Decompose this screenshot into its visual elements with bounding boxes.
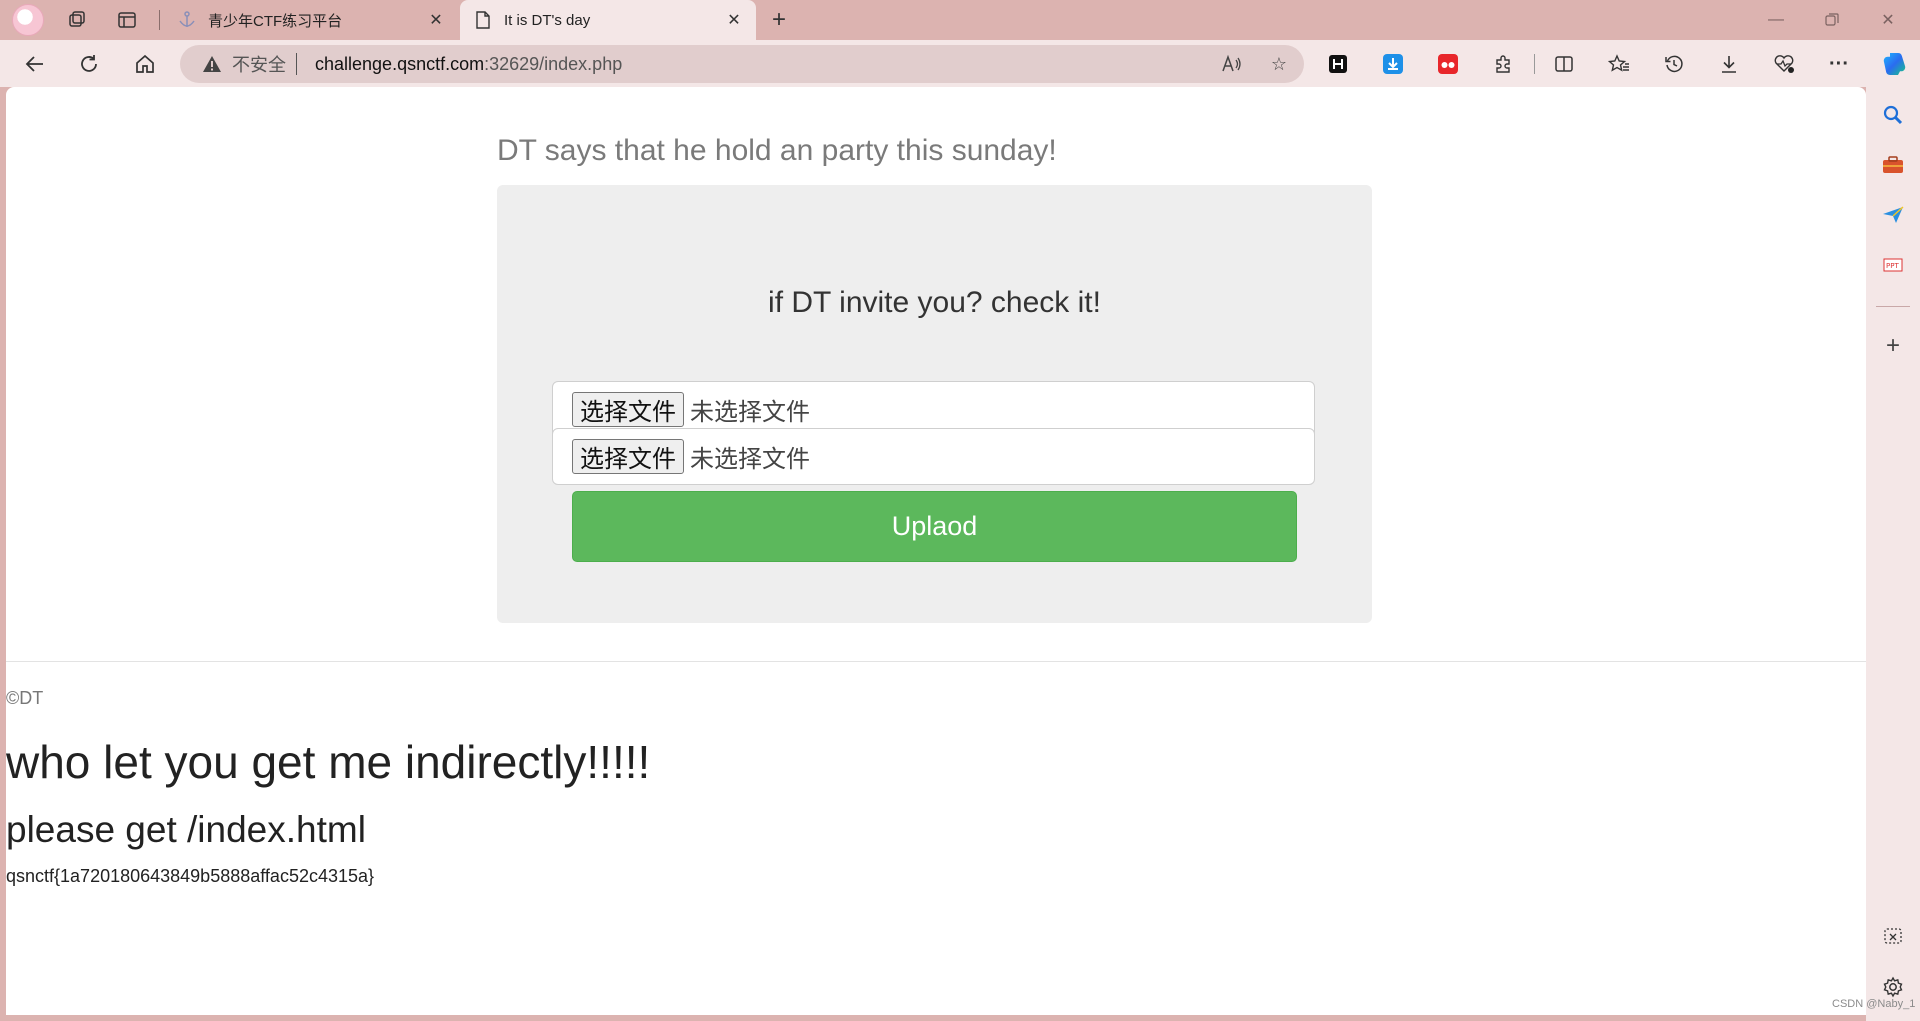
- new-tab-button[interactable]: +: [764, 5, 794, 35]
- favorites-icon[interactable]: [1607, 52, 1631, 76]
- upload-button[interactable]: Uplaod: [572, 491, 1297, 562]
- address-divider: [296, 53, 297, 75]
- close-icon[interactable]: ✕: [724, 10, 744, 30]
- minimize-icon[interactable]: —: [1748, 0, 1804, 40]
- watermark: CSDN @Naby_1: [1832, 998, 1916, 1010]
- hint-heading: please get /index.html: [6, 809, 366, 850]
- download-manager-icon[interactable]: [1381, 52, 1405, 76]
- extension-h-icon[interactable]: [1326, 52, 1350, 76]
- workspaces-icon[interactable]: [62, 5, 92, 35]
- office-icon[interactable]: PPT: [1879, 251, 1907, 279]
- home-icon[interactable]: [128, 47, 162, 81]
- svg-text:PPT: PPT: [1886, 262, 1899, 270]
- more-menu-icon[interactable]: ···: [1827, 52, 1851, 76]
- refresh-icon[interactable]: [72, 47, 106, 81]
- panel-title: if DT invite you? check it!: [768, 286, 1101, 319]
- split-screen-icon[interactable]: [1552, 52, 1576, 76]
- security-label[interactable]: 不安全: [232, 51, 286, 77]
- choose-file-button[interactable]: 选择文件: [572, 392, 684, 427]
- warning-icon[interactable]: [202, 54, 222, 74]
- restore-icon[interactable]: [1804, 0, 1860, 40]
- copyright-text: ©DT: [6, 688, 44, 708]
- tab-title: 青少年CTF练习平台: [208, 12, 343, 30]
- copilot-icon[interactable]: [1880, 49, 1910, 79]
- tools-briefcase-icon[interactable]: [1879, 151, 1907, 179]
- address-bar[interactable]: 不安全 challenge.qsnctf.com:32629/index.php…: [180, 45, 1304, 83]
- divider: [6, 661, 1866, 662]
- flag-text: qsnctf{1a720180643849b5888affac52c4315a}: [6, 866, 375, 886]
- favorite-star-icon[interactable]: ☆: [1267, 52, 1291, 76]
- profile-avatar[interactable]: [12, 4, 44, 36]
- url-path: :32629/index.php: [484, 53, 623, 74]
- tab-separator: [159, 10, 160, 30]
- extensions-puzzle-icon[interactable]: [1491, 52, 1515, 76]
- screenshot-icon[interactable]: [1879, 923, 1907, 951]
- downloads-icon[interactable]: [1717, 52, 1741, 76]
- read-aloud-icon[interactable]: [1220, 52, 1244, 76]
- history-icon[interactable]: [1662, 52, 1686, 76]
- back-icon[interactable]: [18, 47, 52, 81]
- tab-strip: 青少年CTF练习平台 ✕ It is DT's day ✕ + — ✕: [0, 0, 1920, 40]
- choose-file-button[interactable]: 选择文件: [572, 439, 684, 474]
- upload-panel: if DT invite you? check it! 选择文件 未选择文件 选…: [497, 185, 1372, 623]
- file-input-2[interactable]: 选择文件 未选择文件: [552, 428, 1315, 485]
- send-icon[interactable]: [1879, 201, 1907, 229]
- anchor-icon: [178, 11, 196, 29]
- tab-dts-day[interactable]: It is DT's day ✕: [460, 0, 756, 40]
- browser-toolbar: 不安全 challenge.qsnctf.com:32629/index.php…: [0, 40, 1920, 87]
- add-icon[interactable]: +: [1879, 332, 1907, 360]
- performance-icon[interactable]: [1772, 52, 1796, 76]
- page-heading: DT says that he hold an party this sunda…: [497, 134, 1057, 167]
- vertical-tabs-icon[interactable]: [112, 5, 142, 35]
- close-window-icon[interactable]: ✕: [1860, 0, 1916, 40]
- file-status: 未选择文件: [690, 445, 810, 473]
- sidebar-separator: [1876, 306, 1910, 307]
- settings-gear-icon[interactable]: [1879, 973, 1907, 1001]
- search-icon[interactable]: [1879, 101, 1907, 129]
- url-host: challenge.qsnctf.com: [315, 53, 485, 74]
- close-icon[interactable]: ✕: [426, 10, 446, 30]
- file-status: 未选择文件: [690, 398, 810, 426]
- page-viewport: DT says that he hold an party this sunda…: [6, 87, 1866, 1015]
- extension-red-icon[interactable]: [1436, 52, 1460, 76]
- edge-sidebar: PPT +: [1866, 87, 1920, 1021]
- page-icon: [474, 11, 492, 29]
- tab-title: It is DT's day: [504, 11, 591, 29]
- message-heading: who let you get me indirectly!!!!!: [6, 736, 651, 788]
- toolbar-separator: [1534, 54, 1535, 74]
- tab-ctf-platform[interactable]: 青少年CTF练习平台 ✕: [164, 0, 458, 40]
